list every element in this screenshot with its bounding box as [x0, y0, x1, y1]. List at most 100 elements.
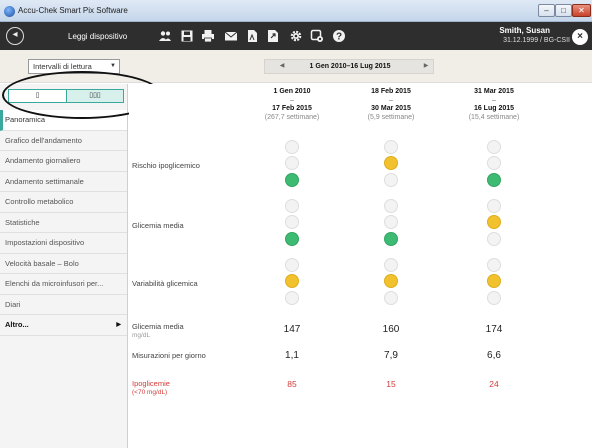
traffic-light-lamp: [285, 290, 299, 305]
column-dash: –: [290, 96, 294, 104]
patient-name: Smith, Susan: [499, 26, 550, 35]
traffic-light-lamp: [487, 290, 501, 305]
chevron-right-icon: ▶: [116, 322, 121, 328]
traffic-light-lamp: [384, 198, 398, 213]
avg-glucose-value: 147: [283, 324, 301, 335]
column-start-date: 1 Gen 2010: [273, 88, 311, 95]
traffic-light-lamp: [487, 172, 501, 187]
traffic-light-lamp: [285, 156, 299, 170]
close-patient-icon[interactable]: ×: [572, 29, 588, 45]
interval-select-value: Intervalli di lettura: [33, 62, 92, 71]
hypoglycemia-value: 24: [489, 379, 499, 389]
avg-glucose-label: Glicemia media mg/dL: [132, 322, 184, 339]
column-weeks: (267,7 settimane): [264, 113, 320, 121]
traffic-light-lamp: [384, 257, 398, 272]
traffic-light-lamp: [487, 156, 501, 170]
overview-panel: 1 Gen 2010 – 17 Feb 2015 (267,7 settiman…: [129, 84, 592, 448]
measurements-value: 7,9: [384, 350, 398, 361]
column-end-date: 30 Mar 2015: [371, 105, 411, 112]
traffic-light: [382, 196, 400, 248]
traffic-light-lamp: [487, 198, 501, 213]
sidebar-item-pump-lists[interactable]: Elenchi da microinfusori per...: [0, 274, 127, 295]
traffic-light-lamp: [285, 274, 299, 288]
previous-range-button[interactable]: ◀: [271, 60, 293, 73]
traffic-light-lamp: [285, 172, 299, 187]
avg-glucose-label-text: Glicemia media: [132, 322, 184, 331]
measurements-per-day-label: Misurazioni per giorno: [132, 351, 206, 360]
close-window-button[interactable]: ✕: [572, 4, 591, 17]
measurements-value: 6,6: [487, 350, 501, 361]
chevron-down-icon: ▼: [110, 63, 116, 69]
minimize-button[interactable]: –: [538, 4, 555, 17]
traffic-light-lamp: [487, 274, 501, 288]
gear-icon[interactable]: [289, 29, 303, 43]
sidebar-item-statistics[interactable]: Statistiche: [0, 213, 127, 233]
title-bar: Accu-Chek Smart Pix Software – □ ✕: [0, 0, 592, 22]
hypoglycemia-value: 85: [287, 379, 297, 389]
traffic-light-lamp: [384, 231, 398, 246]
traffic-light-lamp: [384, 274, 398, 288]
avg-glucose-value: 174: [485, 324, 503, 335]
users-icon[interactable]: [158, 29, 172, 43]
sidebar-item-more[interactable]: Altro... ▶: [0, 315, 127, 336]
sidebar-item-basal-bolus[interactable]: Velocità basale – Bolo: [0, 254, 127, 274]
sidebar: ▯ ▯▯▯ Panoramica Grafico dell'andamento …: [0, 84, 128, 448]
toolbar: ◂ Leggi dispositivo ? Smith, Susan 31.12…: [0, 22, 592, 50]
traffic-light-lamp: [384, 172, 398, 187]
hypoglycemia-threshold: (<70 mg/dL): [132, 389, 168, 396]
traffic-light-lamp: [384, 156, 398, 170]
back-icon[interactable]: ◂: [6, 27, 24, 45]
traffic-light: [283, 196, 301, 248]
traffic-light: [485, 137, 503, 189]
traffic-light: [485, 196, 503, 248]
mail-icon[interactable]: [224, 29, 238, 43]
hypoglycemia-value: 15: [386, 379, 396, 389]
column-dash: –: [389, 96, 393, 104]
sidebar-item-daily-trend[interactable]: Andamento giornaliero: [0, 151, 127, 172]
help-icon[interactable]: ?: [332, 29, 346, 43]
hypo-risk-label: Rischio ipoglicemico: [132, 161, 200, 170]
column-start-date: 31 Mar 2015: [474, 88, 514, 95]
export-icon[interactable]: [266, 29, 280, 43]
traffic-light-lamp: [285, 257, 299, 272]
window-title: Accu-Chek Smart Pix Software: [18, 6, 128, 15]
sidebar-item-trend-graph[interactable]: Grafico dell'andamento: [0, 131, 127, 151]
svg-text:?: ?: [336, 32, 342, 43]
column-weeks: (15,4 settimane): [468, 113, 520, 121]
traffic-light-lamp: [285, 231, 299, 246]
avg-glucose-value: 160: [382, 324, 400, 335]
column-weeks: (5,9 settimane): [367, 113, 415, 121]
column-start-date: 18 Feb 2015: [371, 88, 411, 95]
sidebar-item-weekly-trend[interactable]: Andamento settimanale: [0, 172, 127, 192]
traffic-light: [283, 137, 301, 189]
sidebar-item-device-settings[interactable]: Impostazioni dispositivo: [0, 233, 127, 254]
date-range-label: 1 Gen 2010–16 Lug 2015: [309, 63, 391, 70]
measurements-value: 1,1: [285, 350, 299, 361]
next-range-button[interactable]: ▶: [415, 60, 437, 73]
maximize-button[interactable]: □: [555, 4, 572, 17]
glycemic-variability-label: Variabilità glicemica: [132, 279, 198, 288]
traffic-light-lamp: [285, 139, 299, 154]
date-range-navigator: ◀ 1 Gen 2010–16 Lug 2015 ▶: [264, 59, 434, 74]
nav-list: Panoramica Grafico dell'andamento Andame…: [0, 110, 127, 336]
app-logo-icon: [4, 6, 15, 17]
read-device-button[interactable]: Leggi dispositivo: [68, 32, 127, 41]
column-end-date: 17 Feb 2015: [272, 105, 312, 112]
pdf-export-icon[interactable]: [245, 29, 259, 43]
avg-glucose-unit: mg/dL: [132, 332, 151, 339]
sidebar-item-diaries[interactable]: Diari: [0, 295, 127, 315]
avg-glucose-status-label: Glicemia media: [132, 221, 184, 230]
traffic-light-lamp: [487, 231, 501, 246]
traffic-light-lamp: [285, 215, 299, 229]
traffic-light-lamp: [384, 139, 398, 154]
print-icon[interactable]: [201, 29, 215, 43]
traffic-light-lamp: [384, 215, 398, 229]
settings-icon[interactable]: [310, 29, 324, 43]
save-icon[interactable]: [180, 29, 194, 43]
column-header: 31 Mar 2015 – 16 Lug 2015 (15,4 settiman…: [439, 88, 549, 122]
hypoglycemia-label: Ipoglicemie (<70 mg/dL): [132, 379, 170, 396]
sidebar-item-metabolic-control[interactable]: Controllo metabolico: [0, 192, 127, 213]
traffic-light: [283, 255, 301, 307]
hypoglycemia-label-text: Ipoglicemie: [132, 379, 170, 388]
column-end-date: 16 Lug 2015: [473, 105, 515, 112]
